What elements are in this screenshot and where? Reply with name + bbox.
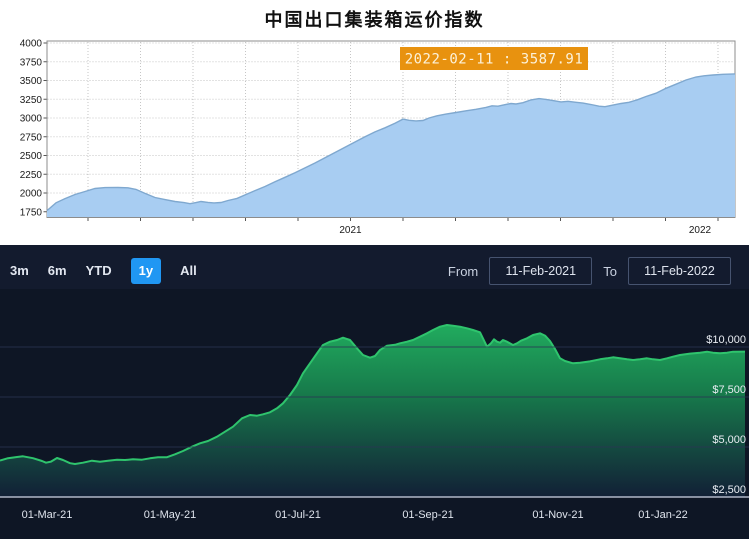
ccfi-chart[interactable]: 4000 3750 3500 3250 3000 2750 2500 2250 2000 1750… bbox=[0, 0, 749, 245]
range-ytd-button[interactable]: YTD bbox=[86, 258, 112, 284]
tooltip-label: 2022-02-11 : 3587.91 bbox=[405, 52, 584, 68]
x-axis-label: 01-Jul-21 bbox=[275, 509, 321, 521]
ccfi-chart-panel: 中国出口集装箱运价指数 4000375035003250300027502500… bbox=[0, 0, 749, 245]
y-axis-label: 2000 bbox=[20, 189, 43, 200]
y-axis-label: $2,500 bbox=[712, 484, 746, 496]
y-axis-label: $7,500 bbox=[712, 384, 746, 396]
to-label: To bbox=[603, 264, 617, 279]
to-date-input[interactable] bbox=[628, 257, 731, 285]
y-axis-label: 2500 bbox=[20, 151, 43, 162]
y-axis-label: $5,000 bbox=[712, 434, 746, 446]
fbx-chart[interactable]: $10,000 $7,500 $5,000 $2,500 01-Mar-21 01-May… bbox=[0, 245, 749, 539]
x-axis-label: 2022 bbox=[689, 225, 712, 236]
date-range-controls: From To bbox=[448, 257, 731, 285]
from-date-input[interactable] bbox=[489, 257, 592, 285]
range-toolbar: 3m 6m YTD 1y All From To bbox=[10, 256, 731, 286]
x-axis-label: 2021 bbox=[339, 225, 362, 236]
range-3m-button[interactable]: 3m bbox=[10, 258, 29, 284]
y-axis-label: 2250 bbox=[20, 170, 43, 181]
from-label: From bbox=[448, 264, 478, 279]
y-axis-label: 2750 bbox=[20, 132, 43, 143]
y-axis-label: 3250 bbox=[20, 95, 43, 106]
x-axis-label: 01-Nov-21 bbox=[532, 509, 583, 521]
x-axis-label: 01-Jan-22 bbox=[638, 509, 688, 521]
range-6m-button[interactable]: 6m bbox=[48, 258, 67, 284]
y-axis-label: 3500 bbox=[20, 76, 43, 87]
range-1y-button[interactable]: 1y bbox=[131, 258, 161, 284]
y-axis-label: 3750 bbox=[20, 57, 43, 68]
screenshot-root: 中国出口集装箱运价指数 4000375035003250300027502500… bbox=[0, 0, 749, 539]
x-axis-label: 01-Sep-21 bbox=[402, 509, 453, 521]
y-axis-label: 3000 bbox=[20, 114, 43, 125]
y-axis-label: $10,000 bbox=[706, 334, 746, 346]
x-axis-label: 01-May-21 bbox=[144, 509, 197, 521]
y-axis-label: 4000 bbox=[20, 39, 43, 50]
range-all-button[interactable]: All bbox=[180, 258, 197, 284]
x-axis-label: 01-Mar-21 bbox=[22, 509, 73, 521]
range-selector: 3m 6m YTD 1y All bbox=[10, 258, 197, 284]
y-axis-label: 1750 bbox=[20, 207, 43, 218]
fbx-chart-panel: $10,000 $7,500 $5,000 $2,500 01-Mar-21 01-May… bbox=[0, 245, 749, 539]
